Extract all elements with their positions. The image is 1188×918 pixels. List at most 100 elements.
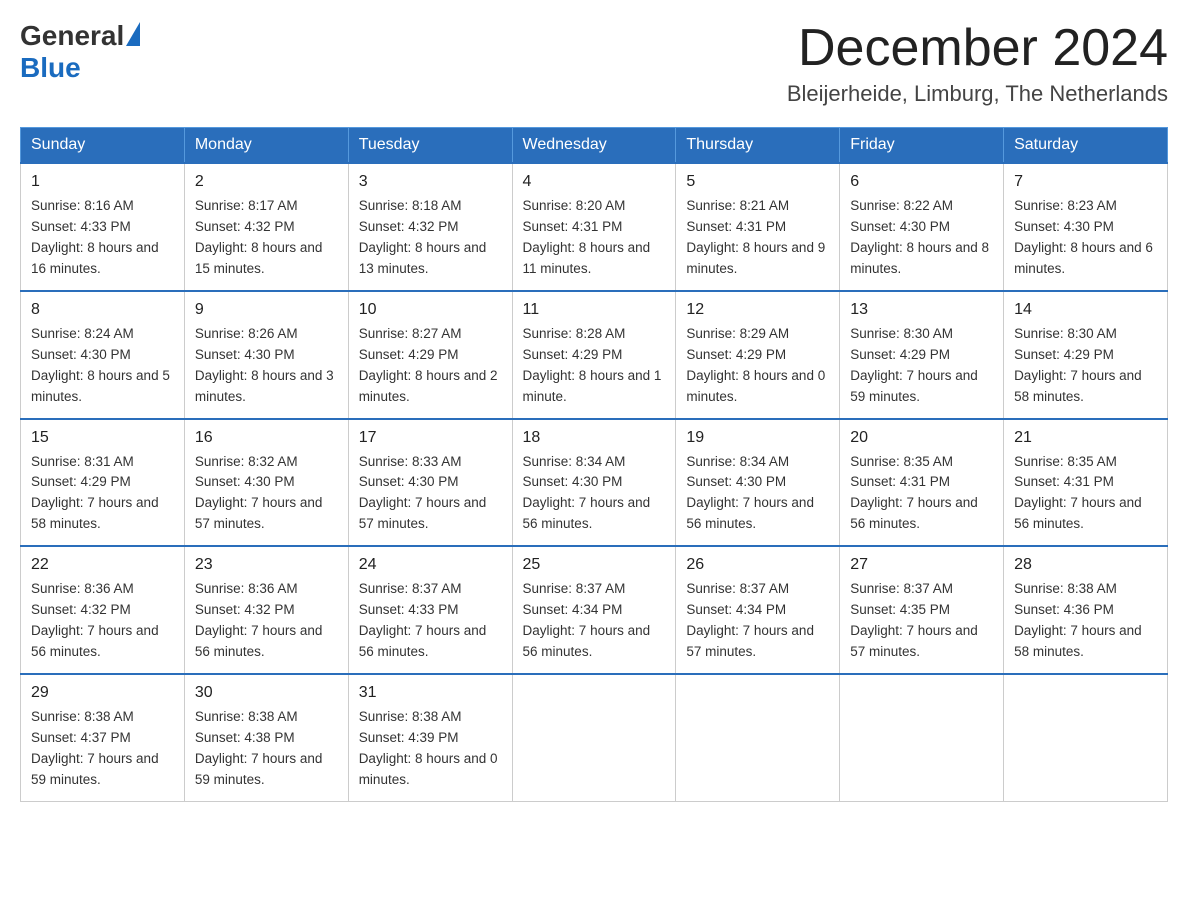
- day-number: 14: [1014, 298, 1157, 322]
- day-number: 10: [359, 298, 502, 322]
- day-info: Sunrise: 8:29 AMSunset: 4:29 PMDaylight:…: [686, 326, 825, 404]
- day-number: 15: [31, 426, 174, 450]
- day-info: Sunrise: 8:36 AMSunset: 4:32 PMDaylight:…: [195, 581, 323, 659]
- day-number: 13: [850, 298, 993, 322]
- day-info: Sunrise: 8:35 AMSunset: 4:31 PMDaylight:…: [850, 454, 978, 532]
- day-number: 6: [850, 170, 993, 194]
- day-info: Sunrise: 8:38 AMSunset: 4:38 PMDaylight:…: [195, 709, 323, 787]
- table-row: [840, 674, 1004, 801]
- weekday-header-thursday: Thursday: [676, 128, 840, 164]
- table-row: 3 Sunrise: 8:18 AMSunset: 4:32 PMDayligh…: [348, 163, 512, 291]
- day-number: 1: [31, 170, 174, 194]
- day-number: 8: [31, 298, 174, 322]
- day-number: 5: [686, 170, 829, 194]
- day-info: Sunrise: 8:16 AMSunset: 4:33 PMDaylight:…: [31, 198, 159, 276]
- day-info: Sunrise: 8:20 AMSunset: 4:31 PMDaylight:…: [523, 198, 651, 276]
- weekday-header-wednesday: Wednesday: [512, 128, 676, 164]
- week-row-4: 22 Sunrise: 8:36 AMSunset: 4:32 PMDaylig…: [21, 546, 1168, 674]
- table-row: 19 Sunrise: 8:34 AMSunset: 4:30 PMDaylig…: [676, 419, 840, 547]
- day-info: Sunrise: 8:37 AMSunset: 4:33 PMDaylight:…: [359, 581, 487, 659]
- day-number: 2: [195, 170, 338, 194]
- day-number: 30: [195, 681, 338, 705]
- day-info: Sunrise: 8:23 AMSunset: 4:30 PMDaylight:…: [1014, 198, 1153, 276]
- table-row: 23 Sunrise: 8:36 AMSunset: 4:32 PMDaylig…: [184, 546, 348, 674]
- day-info: Sunrise: 8:30 AMSunset: 4:29 PMDaylight:…: [850, 326, 978, 404]
- day-number: 28: [1014, 553, 1157, 577]
- day-number: 16: [195, 426, 338, 450]
- day-info: Sunrise: 8:33 AMSunset: 4:30 PMDaylight:…: [359, 454, 487, 532]
- week-row-2: 8 Sunrise: 8:24 AMSunset: 4:30 PMDayligh…: [21, 291, 1168, 419]
- table-row: 5 Sunrise: 8:21 AMSunset: 4:31 PMDayligh…: [676, 163, 840, 291]
- table-row: 24 Sunrise: 8:37 AMSunset: 4:33 PMDaylig…: [348, 546, 512, 674]
- table-row: 10 Sunrise: 8:27 AMSunset: 4:29 PMDaylig…: [348, 291, 512, 419]
- weekday-header-monday: Monday: [184, 128, 348, 164]
- weekday-header-saturday: Saturday: [1004, 128, 1168, 164]
- day-number: 9: [195, 298, 338, 322]
- day-number: 12: [686, 298, 829, 322]
- table-row: 8 Sunrise: 8:24 AMSunset: 4:30 PMDayligh…: [21, 291, 185, 419]
- calendar-table: SundayMondayTuesdayWednesdayThursdayFrid…: [20, 127, 1168, 801]
- day-number: 26: [686, 553, 829, 577]
- table-row: 13 Sunrise: 8:30 AMSunset: 4:29 PMDaylig…: [840, 291, 1004, 419]
- table-row: 16 Sunrise: 8:32 AMSunset: 4:30 PMDaylig…: [184, 419, 348, 547]
- table-row: [1004, 674, 1168, 801]
- location-subtitle: Bleijerheide, Limburg, The Netherlands: [787, 81, 1168, 107]
- day-info: Sunrise: 8:26 AMSunset: 4:30 PMDaylight:…: [195, 326, 334, 404]
- week-row-1: 1 Sunrise: 8:16 AMSunset: 4:33 PMDayligh…: [21, 163, 1168, 291]
- day-info: Sunrise: 8:22 AMSunset: 4:30 PMDaylight:…: [850, 198, 989, 276]
- day-number: 18: [523, 426, 666, 450]
- day-info: Sunrise: 8:37 AMSunset: 4:34 PMDaylight:…: [523, 581, 651, 659]
- day-number: 21: [1014, 426, 1157, 450]
- day-number: 22: [31, 553, 174, 577]
- table-row: 26 Sunrise: 8:37 AMSunset: 4:34 PMDaylig…: [676, 546, 840, 674]
- table-row: [676, 674, 840, 801]
- table-row: 11 Sunrise: 8:28 AMSunset: 4:29 PMDaylig…: [512, 291, 676, 419]
- week-row-5: 29 Sunrise: 8:38 AMSunset: 4:37 PMDaylig…: [21, 674, 1168, 801]
- day-info: Sunrise: 8:38 AMSunset: 4:39 PMDaylight:…: [359, 709, 498, 787]
- day-number: 4: [523, 170, 666, 194]
- day-number: 24: [359, 553, 502, 577]
- day-info: Sunrise: 8:28 AMSunset: 4:29 PMDaylight:…: [523, 326, 662, 404]
- table-row: 25 Sunrise: 8:37 AMSunset: 4:34 PMDaylig…: [512, 546, 676, 674]
- table-row: 4 Sunrise: 8:20 AMSunset: 4:31 PMDayligh…: [512, 163, 676, 291]
- table-row: 2 Sunrise: 8:17 AMSunset: 4:32 PMDayligh…: [184, 163, 348, 291]
- table-row: 17 Sunrise: 8:33 AMSunset: 4:30 PMDaylig…: [348, 419, 512, 547]
- page-header: General Blue December 2024 Bleijerheide,…: [20, 20, 1168, 107]
- day-info: Sunrise: 8:18 AMSunset: 4:32 PMDaylight:…: [359, 198, 487, 276]
- day-info: Sunrise: 8:17 AMSunset: 4:32 PMDaylight:…: [195, 198, 323, 276]
- table-row: 20 Sunrise: 8:35 AMSunset: 4:31 PMDaylig…: [840, 419, 1004, 547]
- table-row: 21 Sunrise: 8:35 AMSunset: 4:31 PMDaylig…: [1004, 419, 1168, 547]
- table-row: 9 Sunrise: 8:26 AMSunset: 4:30 PMDayligh…: [184, 291, 348, 419]
- table-row: 18 Sunrise: 8:34 AMSunset: 4:30 PMDaylig…: [512, 419, 676, 547]
- table-row: 31 Sunrise: 8:38 AMSunset: 4:39 PMDaylig…: [348, 674, 512, 801]
- day-info: Sunrise: 8:37 AMSunset: 4:35 PMDaylight:…: [850, 581, 978, 659]
- day-number: 11: [523, 298, 666, 322]
- table-row: 14 Sunrise: 8:30 AMSunset: 4:29 PMDaylig…: [1004, 291, 1168, 419]
- day-number: 20: [850, 426, 993, 450]
- day-info: Sunrise: 8:38 AMSunset: 4:36 PMDaylight:…: [1014, 581, 1142, 659]
- table-row: 30 Sunrise: 8:38 AMSunset: 4:38 PMDaylig…: [184, 674, 348, 801]
- logo-blue: Blue: [20, 52, 81, 84]
- day-info: Sunrise: 8:21 AMSunset: 4:31 PMDaylight:…: [686, 198, 825, 276]
- table-row: 28 Sunrise: 8:38 AMSunset: 4:36 PMDaylig…: [1004, 546, 1168, 674]
- table-row: 1 Sunrise: 8:16 AMSunset: 4:33 PMDayligh…: [21, 163, 185, 291]
- logo-triangle-icon: [126, 22, 140, 46]
- table-row: 29 Sunrise: 8:38 AMSunset: 4:37 PMDaylig…: [21, 674, 185, 801]
- day-number: 23: [195, 553, 338, 577]
- day-info: Sunrise: 8:37 AMSunset: 4:34 PMDaylight:…: [686, 581, 814, 659]
- table-row: 6 Sunrise: 8:22 AMSunset: 4:30 PMDayligh…: [840, 163, 1004, 291]
- day-info: Sunrise: 8:30 AMSunset: 4:29 PMDaylight:…: [1014, 326, 1142, 404]
- day-info: Sunrise: 8:32 AMSunset: 4:30 PMDaylight:…: [195, 454, 323, 532]
- weekday-header-row: SundayMondayTuesdayWednesdayThursdayFrid…: [21, 128, 1168, 164]
- day-number: 19: [686, 426, 829, 450]
- weekday-header-tuesday: Tuesday: [348, 128, 512, 164]
- table-row: 15 Sunrise: 8:31 AMSunset: 4:29 PMDaylig…: [21, 419, 185, 547]
- day-info: Sunrise: 8:27 AMSunset: 4:29 PMDaylight:…: [359, 326, 498, 404]
- table-row: [512, 674, 676, 801]
- month-year-title: December 2024: [787, 20, 1168, 77]
- day-number: 29: [31, 681, 174, 705]
- day-info: Sunrise: 8:34 AMSunset: 4:30 PMDaylight:…: [686, 454, 814, 532]
- weekday-header-sunday: Sunday: [21, 128, 185, 164]
- day-info: Sunrise: 8:34 AMSunset: 4:30 PMDaylight:…: [523, 454, 651, 532]
- title-container: December 2024 Bleijerheide, Limburg, The…: [787, 20, 1168, 107]
